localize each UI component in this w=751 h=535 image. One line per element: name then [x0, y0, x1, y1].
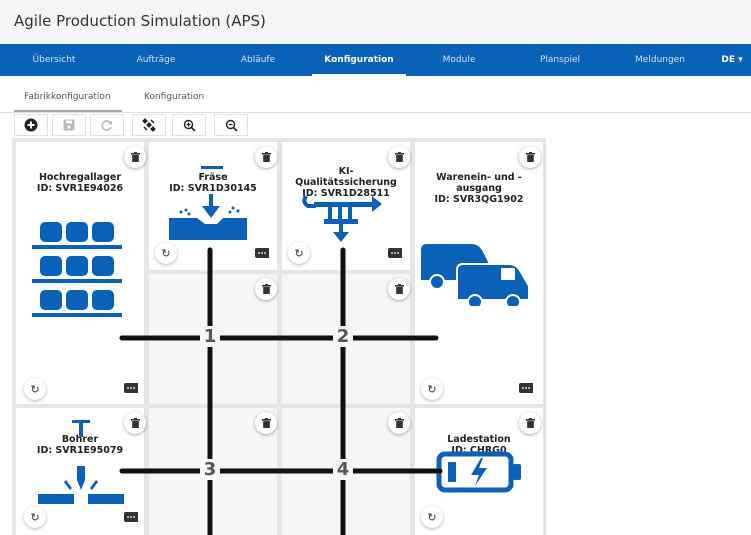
zoom-in-button[interactable] [172, 114, 206, 136]
module-card-bohrer[interactable]: Bohrer ID: SVR1E95079 ↻ [16, 408, 146, 535]
junction-number: 2 [333, 326, 353, 347]
delete-button[interactable] [519, 146, 541, 168]
module-id: ID: SVR3QG1902 [434, 194, 524, 205]
tab-fabrikkonfiguration[interactable]: Fabrikkonfiguration [24, 92, 111, 102]
module-name: Hochregallager [38, 172, 122, 183]
nav-item-module[interactable]: Module [424, 44, 494, 76]
quality-check-icon [302, 194, 382, 242]
trash-icon [261, 418, 271, 428]
language-select[interactable]: DE ▾ [714, 44, 750, 76]
delete-button[interactable] [255, 412, 277, 434]
rotate-button[interactable]: ↻ [421, 506, 443, 528]
battery-charging-icon [436, 451, 521, 493]
rotate-button[interactable]: ↻ [288, 242, 310, 264]
rotate-button[interactable]: ↻ [24, 506, 46, 528]
trash-icon [130, 418, 140, 428]
rotate-icon: ↻ [30, 511, 40, 524]
delete-button[interactable] [124, 412, 146, 434]
nav-item-konfiguration[interactable]: Konfiguration [312, 44, 406, 76]
label-tag-icon[interactable] [124, 383, 138, 393]
nav-item-planspiel[interactable]: Planspiel [522, 44, 598, 76]
tab-divider [0, 112, 751, 113]
rotate-button[interactable]: ↻ [155, 242, 177, 264]
high-bay-warehouse-icon [32, 222, 122, 317]
satellite-icon [142, 118, 156, 132]
delete-button[interactable] [388, 146, 410, 168]
delete-button[interactable] [124, 146, 146, 168]
delete-button[interactable] [388, 412, 410, 434]
module-card-fraese[interactable]: Fräse ID: SVR1D30145 ↻ [149, 142, 277, 270]
milling-machine-icon [169, 166, 247, 240]
delete-button[interactable] [255, 278, 277, 300]
save-button[interactable] [52, 114, 86, 136]
trash-icon [261, 152, 271, 162]
label-tag-icon[interactable] [388, 248, 402, 258]
rotate-icon: ↻ [294, 247, 304, 260]
delete-button[interactable] [519, 412, 541, 434]
delivery-trucks-icon [421, 244, 530, 306]
module-card-ladestation[interactable]: Ladestation ID: CHRG0 ↻ [415, 408, 543, 535]
refresh-icon [101, 120, 112, 131]
rotate-icon: ↻ [427, 511, 437, 524]
module-card-hochregallager[interactable]: Hochregallager ID: SVR1E94026 ↻ [16, 142, 146, 404]
trash-icon [261, 284, 271, 294]
module-id: ID: SVR1E94026 [36, 183, 124, 194]
junction-number: 1 [200, 326, 220, 347]
sub-tabs: Fabrikkonfiguration Konfiguration [0, 86, 751, 113]
rotate-icon: ↻ [30, 383, 40, 396]
trash-icon [394, 284, 404, 294]
reset-button[interactable] [90, 114, 124, 136]
trash-icon [394, 152, 404, 162]
zoom-out-button[interactable] [214, 114, 248, 136]
label-tag-icon[interactable] [124, 512, 138, 522]
rotate-icon: ↻ [161, 247, 171, 260]
satellite-button[interactable] [132, 114, 166, 136]
label-tag-icon[interactable] [519, 383, 533, 393]
zoom-out-icon [225, 119, 238, 132]
trash-icon [525, 152, 535, 162]
tab-konfiguration[interactable]: Konfiguration [144, 92, 204, 102]
delete-button[interactable] [255, 146, 277, 168]
save-icon [63, 119, 75, 131]
trash-icon [394, 418, 404, 428]
nav-item-ablaeufe[interactable]: Abläufe [220, 44, 296, 76]
trash-icon [130, 152, 140, 162]
module-name: KI- Qualitätssicherung [295, 166, 397, 188]
module-card-wareneingang[interactable]: Warenein- und - ausgang ID: SVR3QG1902 ↻ [415, 142, 543, 404]
module-name: Ladestation [447, 434, 511, 445]
add-button[interactable] [14, 114, 48, 136]
nav-item-meldungen[interactable]: Meldungen [620, 44, 700, 76]
delete-button[interactable] [388, 278, 410, 300]
rotate-button[interactable]: ↻ [24, 378, 46, 400]
trash-icon [525, 418, 535, 428]
plus-circle-icon [24, 118, 38, 132]
factory-grid: Hochregallager ID: SVR1E94026 ↻ Fräse ID… [12, 138, 546, 535]
module-name: Warenein- und - ausgang [436, 172, 522, 194]
label-tag-icon[interactable] [255, 248, 269, 258]
module-card-ki-qualitaetssicherung[interactable]: KI- Qualitätssicherung ID: SVR1D28511 ↻ [282, 142, 410, 270]
rotate-button[interactable]: ↻ [421, 378, 443, 400]
nav-item-uebersicht[interactable]: Übersicht [14, 44, 94, 76]
app-title: Agile Production Simulation (APS) [14, 12, 266, 30]
zoom-in-icon [183, 119, 196, 132]
title-bar: Agile Production Simulation (APS) [0, 0, 751, 44]
main-nav: Übersicht Aufträge Abläufe Konfiguration… [0, 44, 751, 76]
junction-number: 3 [200, 459, 220, 480]
junction-number: 4 [333, 459, 353, 480]
drill-icon [38, 420, 124, 504]
nav-item-auftraege[interactable]: Aufträge [118, 44, 194, 76]
rotate-icon: ↻ [427, 383, 437, 396]
